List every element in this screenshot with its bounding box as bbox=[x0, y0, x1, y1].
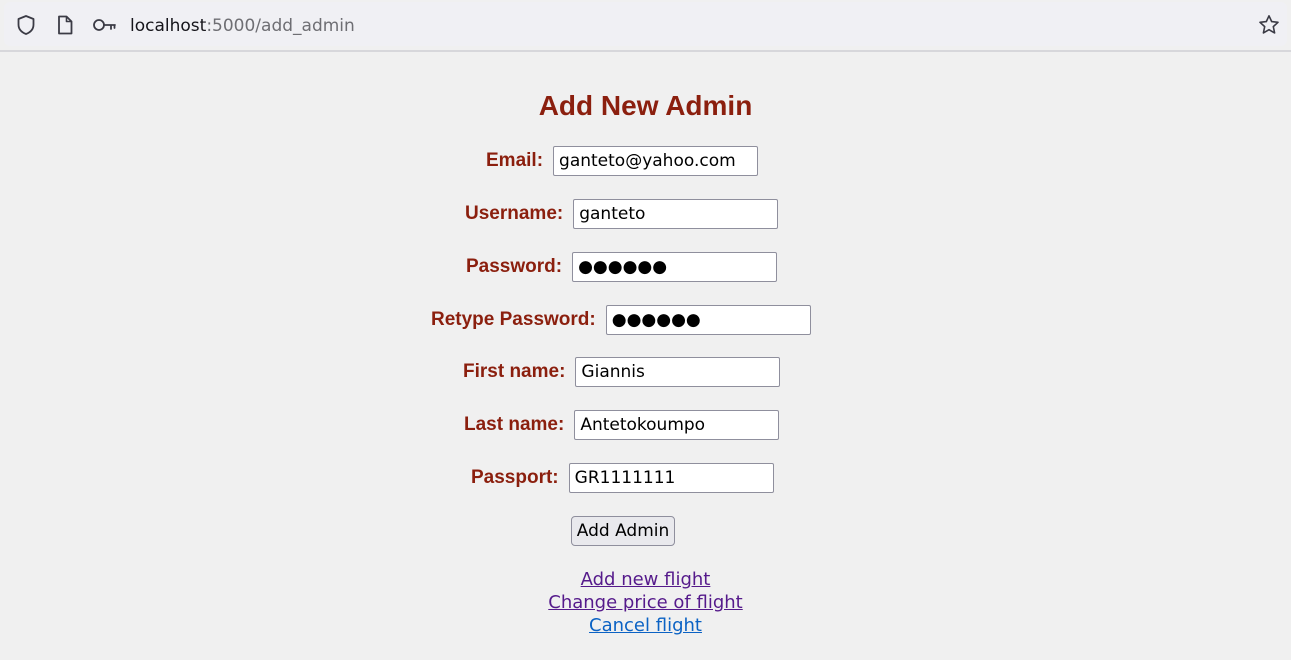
key-icon[interactable] bbox=[92, 14, 118, 36]
page-content: Add New Admin Email: Username: Password:… bbox=[0, 52, 1291, 660]
passport-field[interactable] bbox=[568, 463, 774, 493]
email-row: Email: bbox=[486, 146, 759, 176]
email-label: Email: bbox=[486, 150, 544, 171]
address-bar[interactable]: localhost:5000/add_admin bbox=[4, 2, 1287, 46]
username-field[interactable] bbox=[573, 199, 779, 229]
passport-label: Passport: bbox=[471, 467, 559, 488]
username-row: Username: bbox=[465, 199, 779, 229]
password-row: Password: bbox=[466, 252, 778, 282]
change-price-link[interactable]: Change price of flight bbox=[0, 591, 1291, 614]
add-new-flight-link[interactable]: Add new flight bbox=[0, 568, 1291, 591]
email-field[interactable] bbox=[553, 146, 759, 176]
retype-password-label: Retype Password: bbox=[431, 309, 596, 330]
cancel-flight-link[interactable]: Cancel flight bbox=[0, 614, 1291, 637]
password-label: Password: bbox=[466, 256, 563, 277]
username-label: Username: bbox=[465, 203, 564, 224]
nav-links: Add new flight Change price of flight Ca… bbox=[0, 568, 1291, 637]
url-host: localhost bbox=[130, 16, 207, 36]
last-name-field[interactable] bbox=[574, 410, 780, 440]
first-name-row: First name: bbox=[463, 357, 781, 387]
password-field[interactable] bbox=[572, 252, 778, 282]
page-icon[interactable] bbox=[54, 14, 76, 36]
first-name-label: First name: bbox=[463, 361, 566, 382]
shield-icon[interactable] bbox=[15, 14, 37, 36]
first-name-field[interactable] bbox=[575, 357, 781, 387]
star-icon[interactable] bbox=[1258, 14, 1280, 36]
passport-row: Passport: bbox=[471, 463, 774, 493]
retype-password-row: Retype Password: bbox=[431, 305, 811, 335]
url-path: :5000/add_admin bbox=[206, 16, 355, 36]
retype-password-field[interactable] bbox=[605, 305, 811, 335]
last-name-label: Last name: bbox=[464, 414, 565, 435]
last-name-row: Last name: bbox=[464, 410, 780, 440]
page-title: Add New Admin bbox=[538, 90, 753, 121]
url-text[interactable]: localhost:5000/add_admin bbox=[130, 15, 355, 37]
add-admin-button[interactable]: Add Admin bbox=[571, 516, 675, 546]
